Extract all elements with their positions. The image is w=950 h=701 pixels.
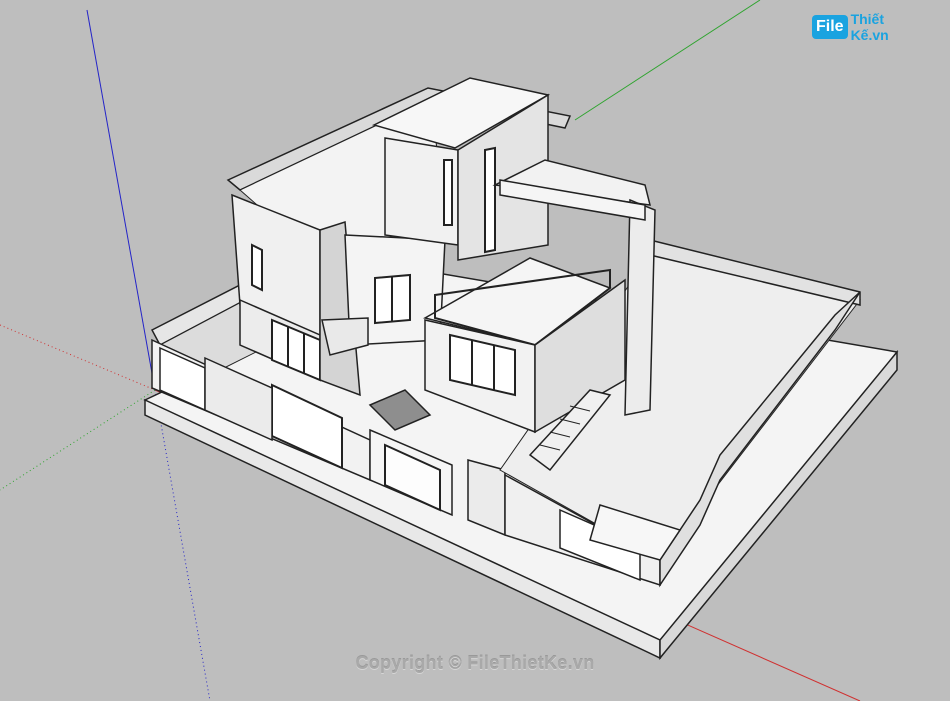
logo-site-text: Thiết Kế.vn [850, 11, 889, 43]
copyright-watermark: Copyright © FileThietKe.vn [355, 653, 595, 673]
modeling-viewport[interactable]: File Thiết Kế.vn Copyright © FileThietKe… [0, 0, 950, 701]
house-left-window-upper [251, 243, 263, 292]
green-axis-line [574, 0, 761, 121]
logo-file-text: File [812, 15, 848, 39]
tower-slot-window [443, 159, 453, 226]
blue-axis-line [86, 9, 156, 391]
green-axis-dotted [0, 389, 156, 491]
right-frame-column [624, 198, 656, 416]
tower-slot-window [484, 146, 496, 254]
brand-logo: File Thiết Kế.vn [812, 11, 922, 43]
red-axis-dotted [0, 324, 156, 391]
model-scene[interactable] [0, 0, 950, 701]
